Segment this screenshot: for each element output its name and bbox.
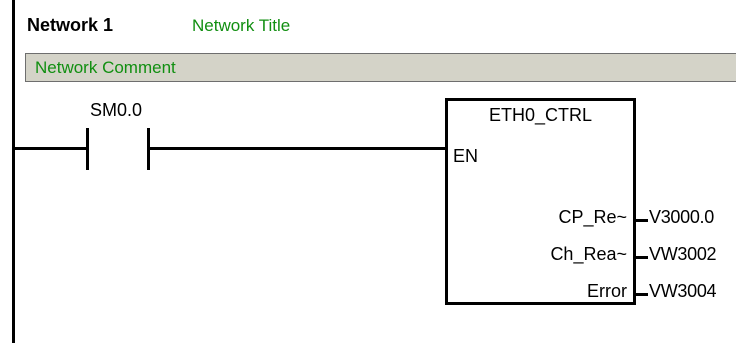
normally-open-contact[interactable] [86,128,152,170]
network-title[interactable]: Network Title [192,16,290,36]
contact-left-bar [86,128,89,170]
output-pin-ch-rea: Ch_Rea~ [550,244,627,264]
power-rail [12,0,15,343]
output-operand-ch-rea[interactable]: VW3002 [649,244,717,265]
contact-address[interactable]: SM0.0 [90,100,142,121]
rung-wire-left [15,147,88,150]
output-wire-ch-rea [636,256,648,259]
output-wire-cp-re [636,219,648,222]
network-comment-bar[interactable]: Network Comment [25,53,736,82]
output-pin-cp-re: CP_Re~ [558,207,627,227]
rung-wire-right [150,147,446,150]
function-block-eth0-ctrl[interactable]: ETH0_CTRL EN CP_Re~ Ch_Rea~ Error [445,98,636,305]
output-operand-error[interactable]: VW3004 [649,281,717,302]
function-block-name: ETH0_CTRL [488,105,593,125]
enable-pin-label: EN [453,146,479,166]
network-label[interactable]: Network 1 [27,15,113,36]
output-pin-error: Error [587,281,627,301]
output-operand-cp-re[interactable]: V3000.0 [649,207,714,228]
network-comment[interactable]: Network Comment [35,58,176,78]
output-wire-error [636,293,648,296]
